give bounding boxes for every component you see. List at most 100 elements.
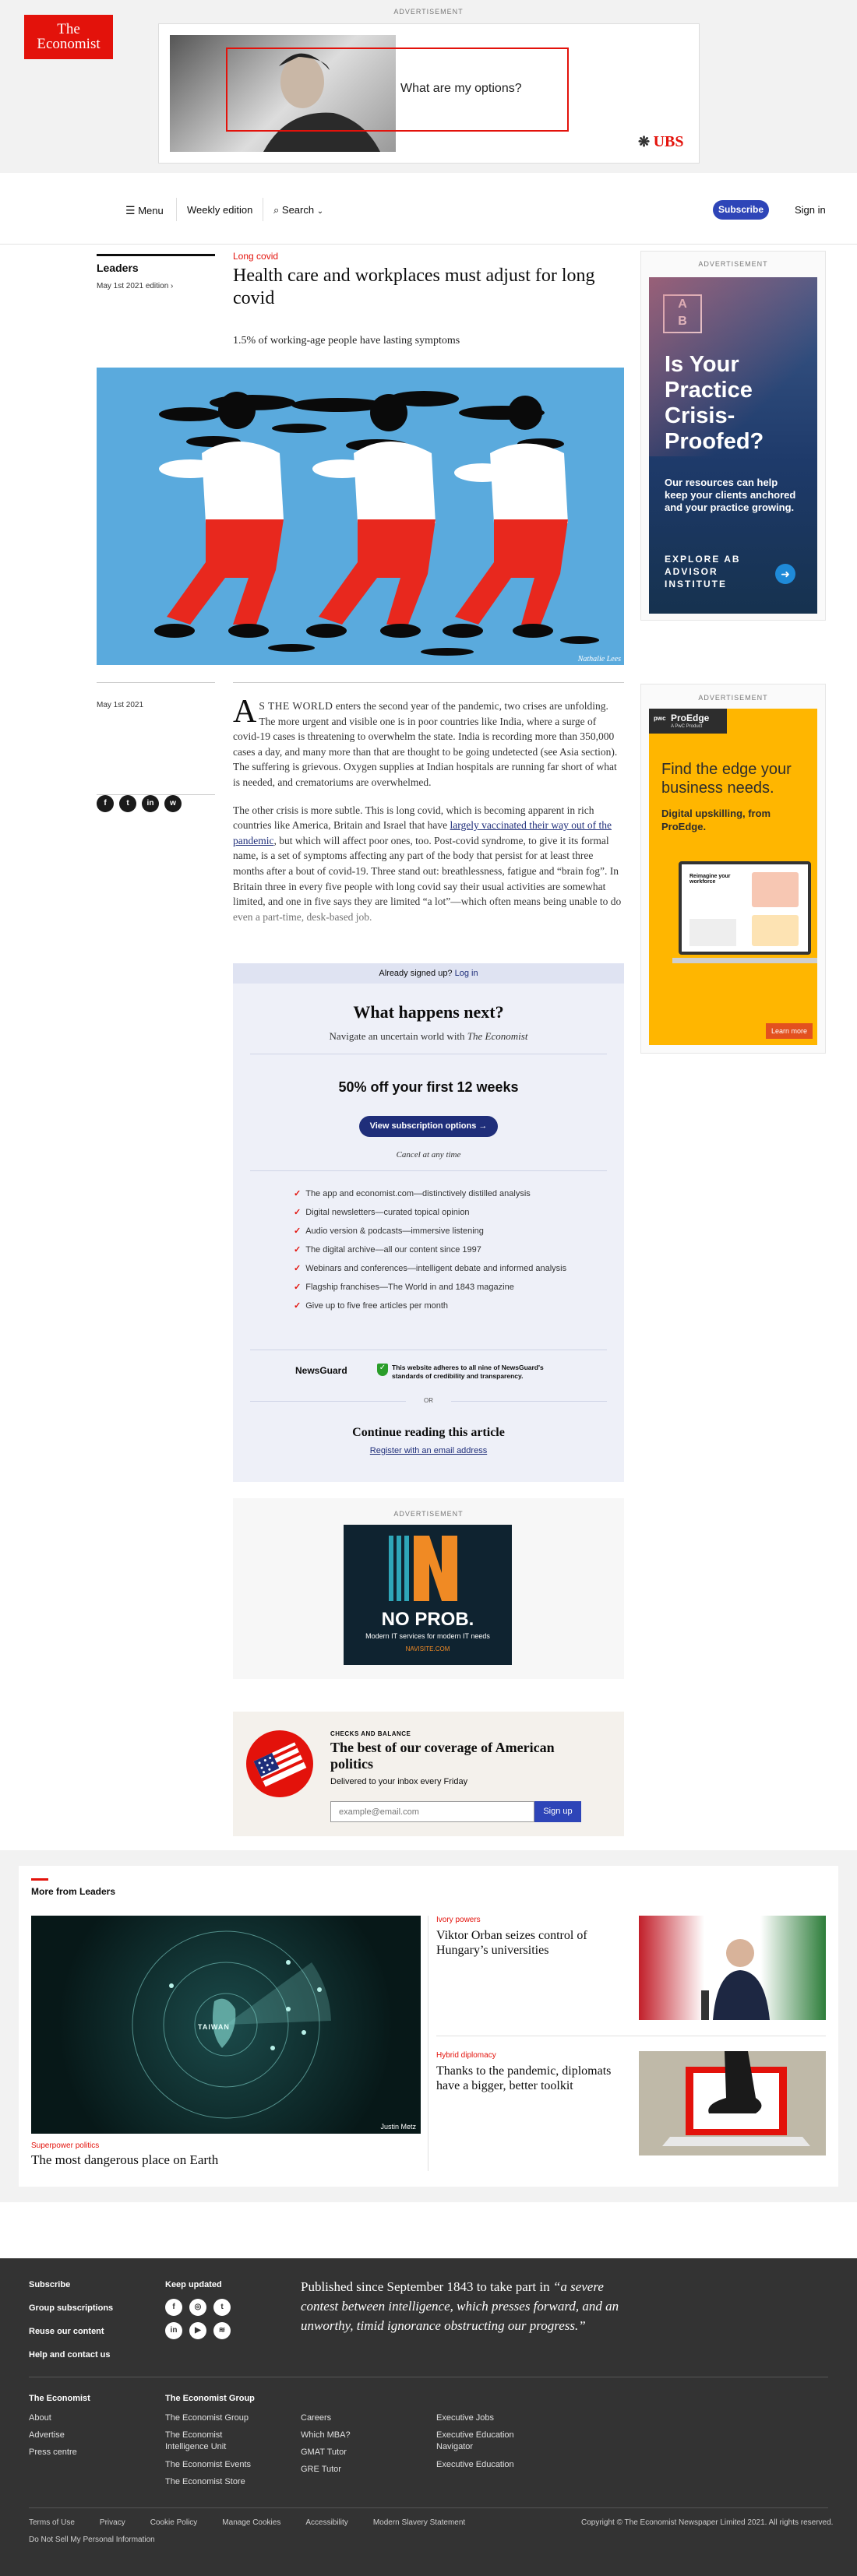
hero-image: Nathalie Lees: [97, 368, 624, 665]
economist-logo[interactable]: The Economist: [24, 15, 113, 59]
email-input[interactable]: [330, 1801, 534, 1822]
register-link[interactable]: Register with an email address: [233, 1446, 624, 1455]
search-button[interactable]: ⌕ Search ⌄: [273, 204, 323, 216]
linkedin-icon[interactable]: in: [165, 2322, 182, 2339]
ad-label: ADVERTISEMENT: [698, 694, 768, 702]
facebook-icon[interactable]: f: [165, 2299, 182, 2316]
footer-link[interactable]: Reuse our content: [29, 2327, 104, 2336]
newsletter-kicker: CHECKS AND BALANCE: [330, 1730, 411, 1737]
newsletter-sub: Delivered to your inbox every Friday: [330, 1777, 468, 1786]
edition-link[interactable]: May 1st 2021 edition ›: [97, 282, 173, 290]
item-title[interactable]: Thanks to the pandemic, diplomats have a…: [436, 2064, 615, 2093]
share-bar: f t in w: [97, 795, 182, 812]
copyright: Copyright © The Economist Newspaper Limi…: [581, 2518, 834, 2527]
weekly-edition-link[interactable]: Weekly edition: [187, 204, 252, 216]
ad-body: Modern IT services for modern IT needs: [365, 1632, 490, 1640]
benefit-item: ✓ Digital newsletters—curated topical opi…: [294, 1208, 470, 1217]
radar-image[interactable]: TAIWAN Justin Metz: [31, 1916, 421, 2134]
legal-link[interactable]: Manage Cookies: [222, 2518, 280, 2527]
youtube-icon[interactable]: ▶: [189, 2322, 206, 2339]
ad-url: NAVISITE.COM: [405, 1645, 450, 1652]
more-from-section: More from Leaders TAIWAN Justin Metz Sup…: [19, 1866, 838, 2187]
keep-updated-heading: Keep updated: [165, 2280, 222, 2289]
map-label: TAIWAN: [198, 2023, 230, 2031]
body-rule: [233, 682, 624, 683]
proedge-ad[interactable]: pwc ProEdge A PwC Product Find the edge …: [649, 709, 817, 1045]
pwc-icon: pwc: [654, 715, 666, 722]
legal-link[interactable]: Accessibility: [305, 2518, 347, 2527]
legal-link[interactable]: Privacy: [100, 2518, 125, 2527]
footer-link[interactable]: GRE Tutor: [301, 2464, 341, 2476]
ad-label: ADVERTISEMENT: [393, 8, 464, 16]
ad-body: Digital upskilling, from ProEdge.: [661, 808, 771, 832]
footer-link[interactable]: Careers: [301, 2412, 331, 2424]
main-title[interactable]: The most dangerous place on Earth: [31, 2152, 218, 2168]
footer-link[interactable]: The Economist Events: [165, 2459, 251, 2471]
benefit-item: ✓ Webinars and conferences—intelligent de…: [294, 1264, 567, 1273]
footer-link[interactable]: Executive Education: [436, 2459, 514, 2471]
main-kicker[interactable]: Superpower politics: [31, 2141, 99, 2150]
menu-button[interactable]: ☰ Menu: [125, 204, 164, 217]
item-title[interactable]: Viktor Orban seizes control of Hungary’s…: [436, 1928, 615, 1958]
ubs-banner-ad[interactable]: What are my options? ❋ UBS: [158, 23, 700, 164]
search-icon: ⌕: [273, 204, 280, 216]
chevron-down-icon: ⌄: [316, 207, 324, 216]
view-subscription-button[interactable]: View subscription options →: [359, 1116, 498, 1137]
footer-link[interactable]: Help and contact us: [29, 2350, 111, 2360]
twitter-icon[interactable]: t: [119, 795, 136, 812]
learn-more-button[interactable]: Learn more: [766, 1023, 813, 1039]
orban-photo[interactable]: [639, 1916, 826, 2020]
legal-link[interactable]: Cookie Policy: [150, 2518, 198, 2527]
newsletter-title: The best of our coverage of American pol…: [330, 1740, 555, 1772]
article-kicker-text[interactable]: Long covid: [233, 251, 278, 262]
item-kicker[interactable]: Hybrid diplomacy: [436, 2051, 496, 2060]
footer-link[interactable]: Advertise: [29, 2430, 65, 2441]
offer-text: 50% off your first 12 weeks: [338, 1079, 519, 1095]
ad-headline: NO PROB.: [381, 1609, 474, 1630]
linkedin-icon[interactable]: in: [142, 795, 159, 812]
benefits-list: ✓ The app and economist.com—distinctively…: [294, 1188, 574, 1319]
footer-link[interactable]: GMAT Tutor: [301, 2447, 347, 2458]
instagram-icon[interactable]: ◎: [189, 2299, 206, 2316]
subscribe-button[interactable]: Subscribe: [713, 200, 769, 220]
footer-link[interactable]: Executive Education Navigator: [436, 2430, 530, 2453]
footer-link[interactable]: The Economist Intelligence Unit: [165, 2430, 259, 2453]
check-icon: ✓: [294, 1301, 302, 1311]
footer-link[interactable]: The Economist Group: [165, 2412, 249, 2424]
newsguard-logo: NewsGuard: [295, 1365, 347, 1376]
navisite-ad[interactable]: NO PROB. Modern IT services for modern I…: [344, 1525, 512, 1665]
footer-link[interactable]: The Economist Store: [165, 2476, 245, 2488]
do-not-sell-link[interactable]: Do Not Sell My Personal Information: [29, 2536, 155, 2544]
keys-icon: ❋: [638, 134, 654, 150]
ad-body: Our resources can help keep your clients…: [665, 477, 796, 513]
laptop-shoe-image[interactable]: [639, 2051, 826, 2155]
benefit-item: ✓ Give up to five free articles per month: [294, 1301, 449, 1311]
footer-link[interactable]: Executive Jobs: [436, 2412, 494, 2424]
footer-col-heading: The Economist Group: [165, 2394, 255, 2403]
footer-link[interactable]: Press centre: [29, 2447, 77, 2458]
footer-link[interactable]: Which MBA?: [301, 2430, 351, 2441]
legal-link[interactable]: Modern Slavery Statement: [373, 2518, 465, 2527]
legal-link[interactable]: Terms of Use: [29, 2518, 75, 2527]
ab-ad[interactable]: AB Is Your Practice Crisis-Proofed? Our …: [649, 277, 817, 614]
footer-link[interactable]: About: [29, 2412, 51, 2424]
facebook-icon[interactable]: f: [97, 795, 114, 812]
speaker-photo-icon: [701, 1939, 770, 2020]
twitter-icon[interactable]: t: [213, 2299, 231, 2316]
footer-col-heading: The Economist: [29, 2394, 90, 2403]
signup-button[interactable]: Sign up: [534, 1801, 581, 1822]
section-link[interactable]: Leaders: [97, 262, 139, 274]
social-row-1: f ◎ t: [165, 2299, 231, 2316]
signin-link[interactable]: Sign in: [795, 204, 826, 216]
divider: [451, 1401, 607, 1402]
image-credit: Justin Metz: [380, 2123, 416, 2131]
ad-brand: ProEdge: [671, 713, 710, 723]
item-kicker[interactable]: Ivory powers: [436, 1916, 481, 1924]
rss-icon[interactable]: ≋: [213, 2322, 231, 2339]
social-row-2: in ▶ ≋: [165, 2322, 231, 2339]
footer-link[interactable]: Subscribe: [29, 2280, 70, 2289]
footer-link[interactable]: Group subscriptions: [29, 2303, 113, 2313]
article-body: AS THE WORLD enters the second year of t…: [233, 699, 624, 955]
whatsapp-icon[interactable]: w: [164, 795, 182, 812]
login-link[interactable]: Log in: [455, 969, 478, 978]
